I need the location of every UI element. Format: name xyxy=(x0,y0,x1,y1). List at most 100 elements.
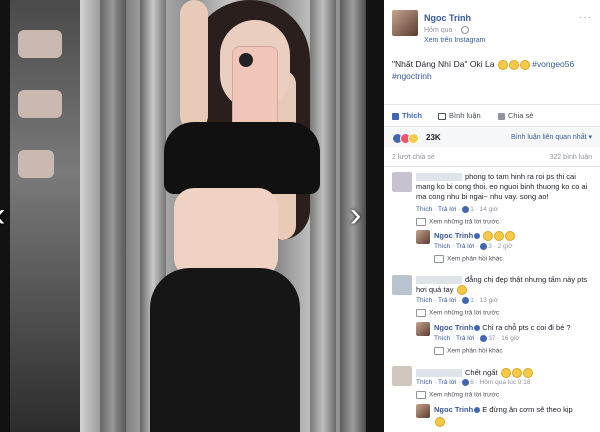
post-actions-bar: Thích Bình luận Chia sẻ xyxy=(384,104,600,127)
view-more-replies[interactable]: Xem phản hồi khác xyxy=(434,347,503,355)
view-previous-replies-label: Xem những trả lời trước xyxy=(429,391,499,399)
comment-like-link[interactable]: Thích xyxy=(416,206,432,213)
like-button[interactable]: Thích xyxy=(392,111,422,120)
post-sidebar: Ngoc Trinh Hôm qua · Xem trên Instagram … xyxy=(384,0,600,432)
commenter-avatar[interactable] xyxy=(392,275,412,295)
post-time-text: Hôm qua · xyxy=(424,26,459,34)
reply-meta: Thích · Trả lời · 37 · 16 giờ xyxy=(434,335,520,343)
verified-badge-icon xyxy=(474,233,481,240)
author-avatar[interactable] xyxy=(392,10,418,36)
view-previous-replies-label: Xem những trả lời trước xyxy=(429,309,499,317)
comment-reply-link[interactable]: Trả lời xyxy=(438,379,456,386)
emoji-icon xyxy=(435,417,445,427)
view-previous-replies[interactable]: Xem những trả lời trước xyxy=(416,218,499,226)
comment-meta: Thích · Trả lời · 6 · Hôm qua lúc 9:18 xyxy=(416,379,531,387)
post-time[interactable]: Hôm qua · xyxy=(424,26,469,34)
like-badge-icon xyxy=(462,297,470,304)
comment-label: Bình luận xyxy=(449,111,481,120)
emoji-icon xyxy=(456,285,467,296)
pants-shape xyxy=(150,268,300,432)
reply-text: Ngoc Trinh Chỉ ra chỗ pts c coi đi bé ? xyxy=(434,323,594,333)
commenter-avatar[interactable] xyxy=(392,366,412,386)
view-more-replies[interactable]: Xem phản hồi khác xyxy=(434,255,503,263)
reply-arrow-icon xyxy=(416,218,426,226)
emoji-icon xyxy=(511,368,522,379)
reply-body: Chỉ ra chỗ pts c coi đi bé ? xyxy=(482,323,571,332)
phone-shape xyxy=(232,46,278,130)
reply-reply-link[interactable]: Trả lời xyxy=(456,243,474,250)
haha-reaction-icon[interactable] xyxy=(408,133,419,144)
redacted-name[interactable] xyxy=(416,369,462,378)
share-button[interactable]: Chia sẻ xyxy=(498,111,533,120)
share-label: Chia sẻ xyxy=(508,111,534,120)
redacted-name[interactable] xyxy=(416,276,462,285)
share-count[interactable]: 2 lượt chia sẻ xyxy=(392,154,435,161)
emoji-icon xyxy=(508,59,519,70)
comment-time: 14 giờ xyxy=(479,206,498,214)
reply-author-name[interactable]: Ngoc Trinh xyxy=(434,323,473,332)
comment-count[interactable]: 322 bình luận xyxy=(550,154,592,161)
next-photo-icon[interactable]: › xyxy=(350,198,361,232)
thumbs-up-emoji-icon xyxy=(483,231,494,242)
instagram-link[interactable]: Xem trên Instagram xyxy=(424,37,485,44)
comment-reply-link[interactable]: Trả lời xyxy=(438,206,456,213)
bag-shape xyxy=(18,90,62,118)
view-previous-replies-label: Xem những trả lời trước xyxy=(429,218,499,226)
comment-like-link[interactable]: Thích xyxy=(416,297,432,304)
reply-author-name[interactable]: Ngoc Trinh xyxy=(434,405,473,414)
like-badge-icon xyxy=(480,335,488,342)
reply-author-avatar[interactable] xyxy=(416,322,430,336)
thumbs-up-emoji-icon xyxy=(505,231,516,242)
shelf-background xyxy=(10,0,80,432)
reply-meta: Thích · Trả lời · 3 · 2 giờ xyxy=(434,243,513,251)
curtain-fold xyxy=(310,0,336,432)
previous-photo-icon[interactable]: ‹ xyxy=(0,198,5,232)
reaction-count[interactable]: 23K xyxy=(426,133,441,142)
commenter-avatar[interactable] xyxy=(392,172,412,192)
post-photo[interactable] xyxy=(10,0,366,432)
comment-button[interactable]: Bình luận xyxy=(438,111,481,120)
hashtag-link[interactable]: #vongeo56 xyxy=(532,59,574,69)
redacted-name[interactable] xyxy=(416,173,462,182)
verified-badge-icon xyxy=(474,407,481,414)
reply-reply-link[interactable]: Trả lời xyxy=(456,335,474,342)
thumbs-up-icon xyxy=(392,112,399,120)
emoji-icon xyxy=(500,368,511,379)
emoji-icon xyxy=(519,59,530,70)
reply-author-name[interactable]: Ngoc Trinh xyxy=(434,231,473,240)
globe-icon xyxy=(460,26,469,34)
thumbs-up-emoji-icon xyxy=(494,231,505,242)
comment-likes: 6 xyxy=(470,379,474,387)
post-header: Ngoc Trinh Hôm qua · Xem trên Instagram … xyxy=(384,0,600,50)
reply-like-link[interactable]: Thích xyxy=(434,335,450,342)
author-name[interactable]: Ngoc Trinh xyxy=(424,13,471,23)
emoji-icon xyxy=(497,59,508,70)
comment-like-link[interactable]: Thích xyxy=(416,379,432,386)
reply-arrow-icon xyxy=(434,255,444,263)
comment-sort-dropdown[interactable]: Bình luận liên quan nhất ▾ xyxy=(511,133,592,141)
reply-body: E đừng ăn cơm sẽ theo kịp xyxy=(482,405,573,414)
facebook-photo-theater: ‹ › Ngoc Trinh Hôm qua · Xem trên Instag… xyxy=(0,0,600,432)
reply-meta xyxy=(434,417,445,427)
reply-like-link[interactable]: Thích xyxy=(434,243,450,250)
view-previous-replies[interactable]: Xem những trả lời trước xyxy=(416,309,499,317)
reply-author-avatar[interactable] xyxy=(416,230,430,244)
reply-author-avatar[interactable] xyxy=(416,404,430,418)
reply-likes: 3 xyxy=(488,243,492,251)
hashtag-link[interactable]: #ngoctrinh xyxy=(392,71,432,81)
comment-time: Hôm qua lúc 9:18 xyxy=(479,379,531,387)
comment-text: đẳng chị đẹp thật nhưng tấm này pts hơi … xyxy=(416,275,594,296)
post-stats: 2 lượt chia sẻ 322 bình luận xyxy=(384,150,600,167)
reactions-bar: 23K Bình luận liên quan nhất ▾ xyxy=(384,126,600,147)
reply-time: 2 giờ xyxy=(497,243,513,251)
comment-likes: 1 xyxy=(470,206,474,214)
more-options-icon[interactable]: ··· xyxy=(579,12,592,23)
like-label: Thích xyxy=(402,111,422,120)
comment-text: Chết ngất xyxy=(416,368,594,379)
crop-top-shape xyxy=(164,122,320,194)
comment-reply-link[interactable]: Trả lời xyxy=(438,297,456,304)
reply-arrow-icon xyxy=(434,347,444,355)
curtain-fold xyxy=(100,0,126,432)
view-previous-replies[interactable]: Xem những trả lời trước xyxy=(416,391,499,399)
reply-text: Ngoc Trinh xyxy=(434,231,516,242)
